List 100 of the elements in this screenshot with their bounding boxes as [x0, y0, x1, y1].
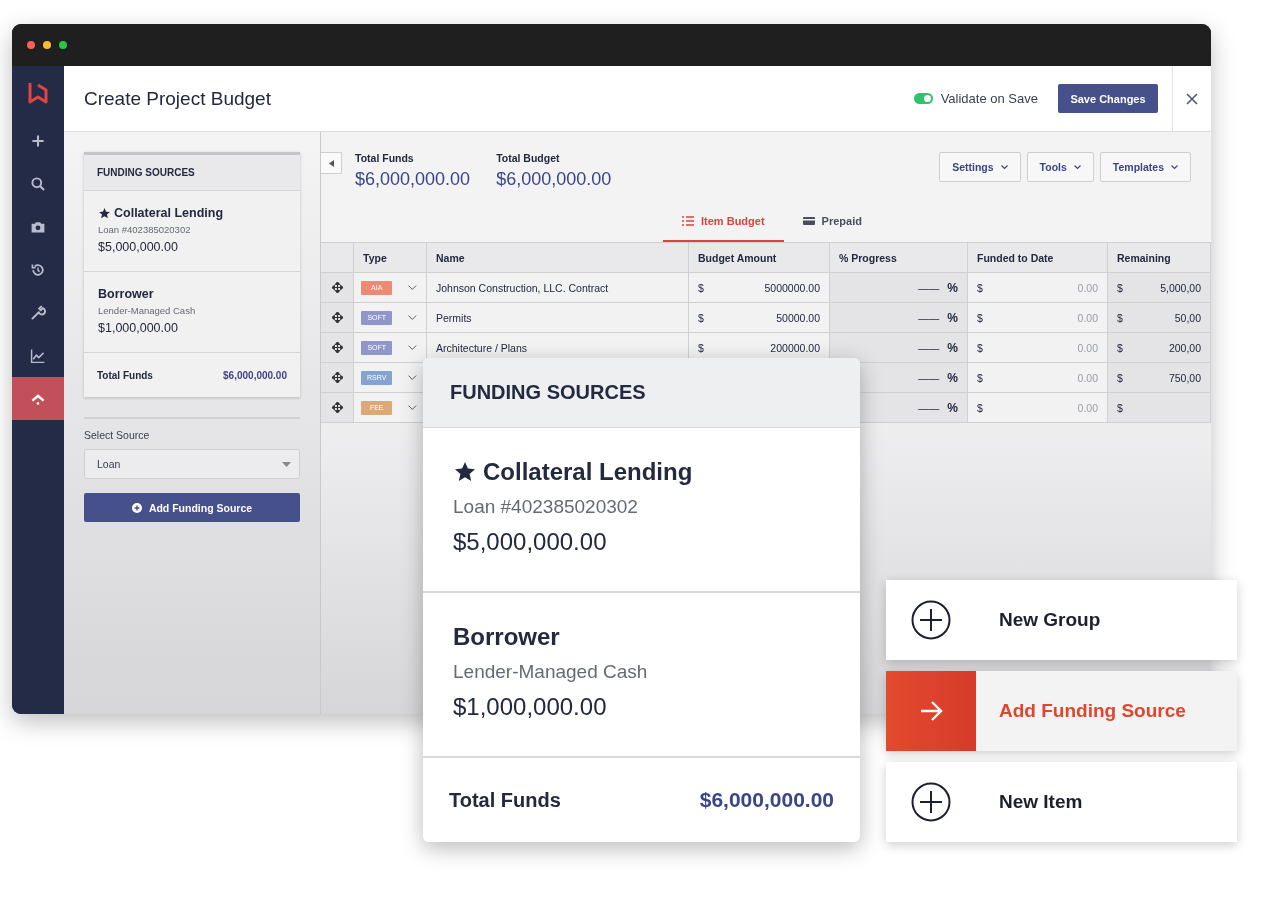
table-cell: 5,000,00	[1160, 281, 1201, 294]
dropdown-button[interactable]: Tools	[1026, 152, 1094, 182]
source-detail: Lender-Managed Cash	[98, 305, 197, 316]
column-header: Funded to Date	[977, 251, 1054, 264]
plus-circle-icon	[911, 782, 951, 822]
dropdown-button[interactable]: Settings	[939, 152, 1021, 182]
table-cell: 0.00	[1077, 401, 1098, 414]
source-name: Collateral Lending	[483, 458, 693, 486]
total-label: Total Funds	[449, 788, 561, 812]
action-button[interactable]: Add Funding Source	[886, 671, 1237, 751]
currency-symbol: $	[977, 371, 983, 384]
total-label: Total Funds	[97, 369, 153, 381]
total-amount: $6,000,000.00	[223, 369, 287, 381]
drag-handle-icon[interactable]	[331, 342, 343, 353]
card-title: FUNDING SOURCES	[450, 381, 646, 404]
chevron-down-icon	[1000, 164, 1008, 170]
table-cell: 0.00	[1077, 341, 1098, 354]
add-funding-source-button[interactable]: Add Funding Source	[84, 493, 300, 522]
currency-symbol: $	[1117, 311, 1123, 324]
funding-source-item[interactable]: Borrower Lender-Managed Cash $1,000,000.00	[423, 593, 860, 758]
plus-circle-icon	[911, 600, 951, 640]
total-amount: $6,000,000.00	[699, 788, 834, 812]
collapse-button[interactable]	[321, 152, 342, 174]
table-cell: 200,00	[1168, 341, 1201, 354]
source-detail: Lender-Managed Cash	[453, 661, 649, 683]
table-cell: Architecture / Plans	[436, 341, 528, 354]
window-minimize-button[interactable]	[43, 41, 51, 49]
table-cell: 0.00	[1077, 311, 1098, 324]
column-header: Type	[363, 251, 387, 264]
source-amount: $5,000,000.00	[98, 240, 179, 254]
action-button[interactable]: New Group	[886, 580, 1237, 660]
star-icon	[98, 206, 111, 220]
dropdown-arrow-icon	[282, 461, 291, 467]
progress-field[interactable]: —— %	[830, 273, 968, 303]
currency-symbol: $	[977, 341, 983, 354]
window-close-button[interactable]	[27, 41, 35, 49]
currency-symbol: $	[977, 401, 983, 414]
logo-icon[interactable]	[26, 80, 50, 105]
source-amount: $1,000,000.00	[453, 693, 608, 721]
table-cell: 200000.00	[770, 341, 820, 354]
currency-symbol: $	[1117, 341, 1123, 354]
table-cell: Johnson Construction, LLC. Contract	[436, 281, 609, 294]
select-label: Select Source	[84, 429, 151, 441]
currency-symbol: $	[698, 281, 704, 294]
currency-symbol: $	[977, 281, 983, 294]
table-cell: 5000000.00	[764, 281, 820, 294]
drag-handle-icon[interactable]	[331, 402, 343, 413]
table-cell: 50,00	[1174, 311, 1201, 324]
currency-symbol: $	[977, 311, 983, 324]
save-button[interactable]: Save Changes	[1058, 84, 1158, 113]
chevron-down-icon[interactable]	[408, 285, 417, 290]
search-icon	[30, 175, 46, 192]
credit-card-icon	[802, 216, 815, 226]
toggle-label: Validate on Save	[940, 91, 1038, 106]
wrench-icon	[30, 304, 46, 321]
summary-value: $6,000,000.00	[355, 169, 471, 190]
table-cell: 750,00	[1168, 371, 1201, 384]
source-name: Borrower	[453, 623, 560, 651]
summary-label: Total Budget	[496, 152, 561, 164]
source-name: Collateral Lending	[114, 206, 224, 220]
table-cell: Permits	[436, 311, 472, 324]
progress-field[interactable]: —— %	[830, 303, 968, 333]
card-title: FUNDING SOURCES	[97, 167, 195, 178]
close-icon[interactable]	[1186, 92, 1198, 105]
summary-value: $6,000,000.00	[496, 169, 612, 190]
drag-handle-icon[interactable]	[331, 282, 343, 293]
funding-source-item[interactable]: Collateral Lending Loan #402385020302 $5,000,000.00	[423, 428, 860, 593]
progress-field[interactable]: —— %	[830, 333, 968, 363]
summary-label: Total Funds	[355, 152, 415, 164]
list-icon	[682, 216, 695, 226]
currency-symbol: $	[698, 311, 704, 324]
page-title: Create Project Budget	[83, 87, 272, 110]
source-select[interactable]: Loan	[84, 449, 300, 479]
currency-symbol: $	[1117, 281, 1123, 294]
source-amount: $1,000,000.00	[98, 321, 179, 335]
validate-toggle[interactable]	[913, 93, 933, 104]
history-icon	[30, 261, 46, 278]
drag-handle-icon[interactable]	[331, 312, 343, 323]
plus-circle-icon	[131, 502, 142, 513]
funding-source-item[interactable]: Collateral Lending Loan #402385020302 $5,000,000.00	[84, 191, 300, 272]
funding-source-item[interactable]: Borrower Lender-Managed Cash $1,000,000.00	[84, 272, 300, 353]
column-header: Budget Amount	[698, 251, 777, 264]
column-header: Name	[436, 251, 465, 264]
chevron-down-icon[interactable]	[408, 345, 417, 350]
chevron-down-icon	[1073, 164, 1081, 170]
dropdown-button[interactable]: Templates	[1099, 152, 1191, 182]
chevron-down-icon[interactable]	[408, 315, 417, 320]
chevron-down-icon	[1171, 164, 1178, 170]
action-button[interactable]: New Item	[886, 762, 1237, 842]
window-maximize-button[interactable]	[59, 41, 67, 49]
source-detail: Loan #402385020302	[453, 496, 639, 518]
chevron-down-icon[interactable]	[408, 405, 417, 410]
table-cell: 0.00	[1077, 371, 1098, 384]
chevron-down-icon[interactable]	[408, 375, 417, 380]
drag-handle-icon[interactable]	[331, 372, 343, 383]
chart-icon	[30, 347, 46, 364]
currency-symbol: $	[698, 341, 704, 354]
table-cell: 50000.00	[776, 311, 820, 324]
plus-icon	[30, 132, 46, 149]
tab[interactable]: Prepaid	[783, 202, 881, 242]
